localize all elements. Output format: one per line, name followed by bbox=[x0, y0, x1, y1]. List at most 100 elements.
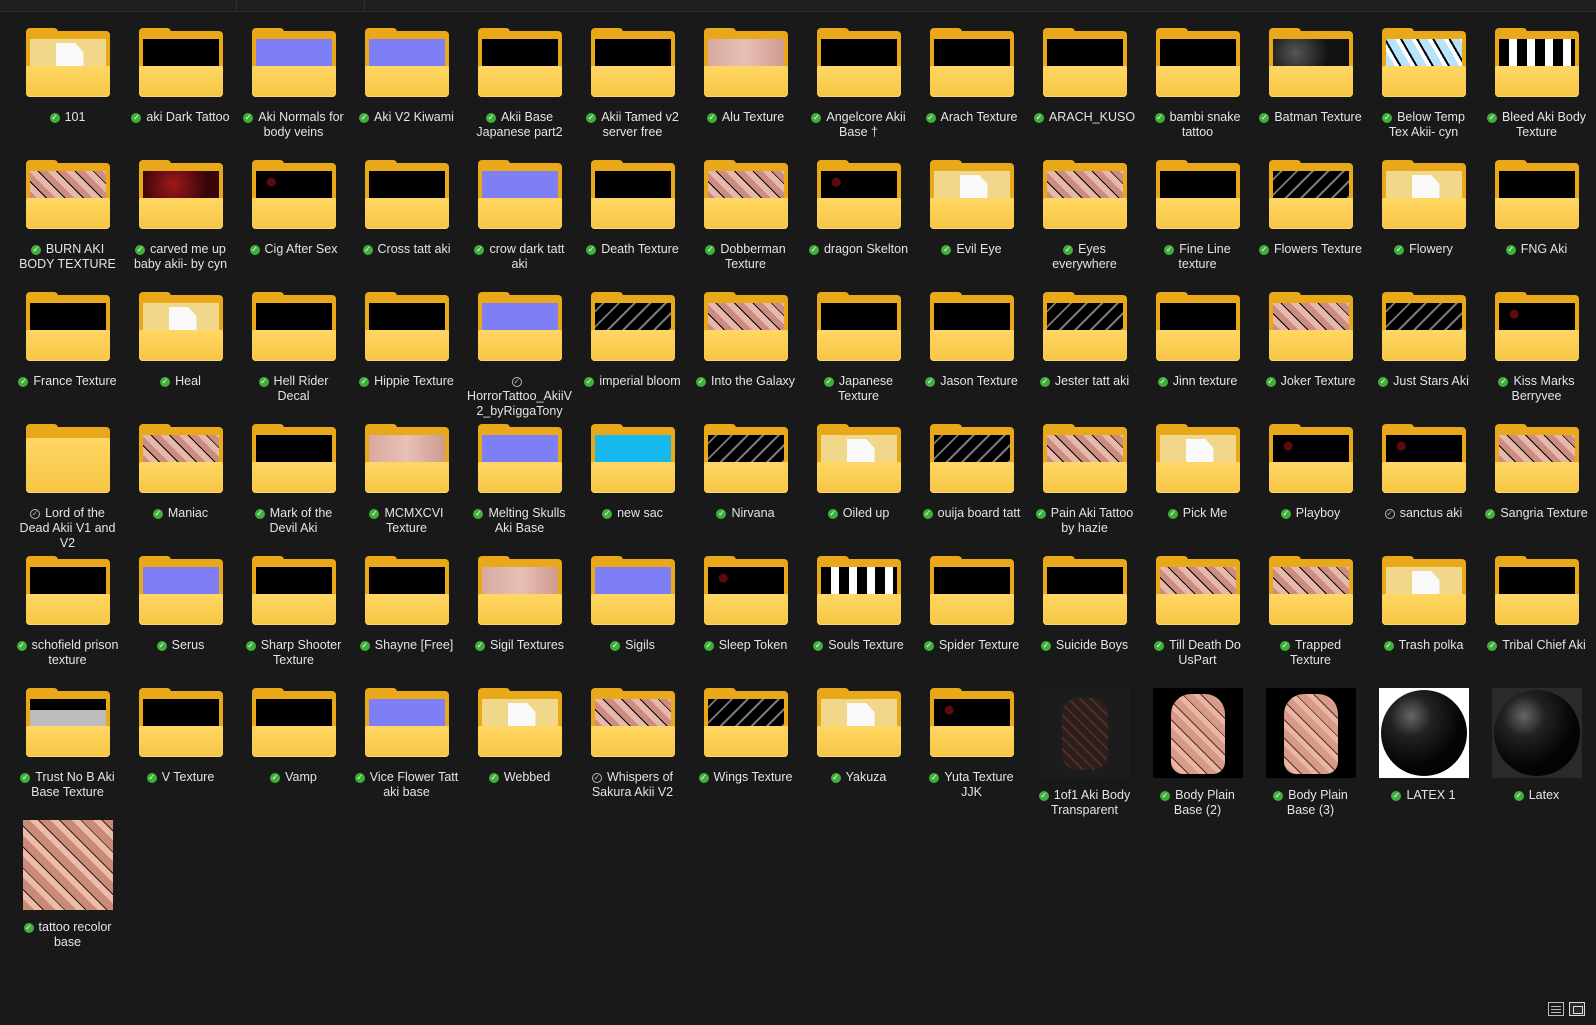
folder-icon bbox=[588, 160, 678, 252]
folder-item[interactable]: ✓ Joker Texture bbox=[1254, 292, 1367, 424]
image-file-item[interactable]: ✓ Body Plain Base (2) bbox=[1141, 688, 1254, 820]
folder-item[interactable]: ✓ Spider Texture bbox=[915, 556, 1028, 688]
folder-item[interactable]: ✓ V Texture bbox=[124, 688, 237, 820]
folder-item[interactable]: ✓ Death Texture bbox=[576, 160, 689, 292]
folder-item[interactable]: ✓ Trapped Texture bbox=[1254, 556, 1367, 688]
folder-item[interactable]: ✓ MCMXCVI Texture bbox=[350, 424, 463, 556]
folder-icon bbox=[1379, 28, 1469, 120]
folder-icon bbox=[1153, 160, 1243, 252]
folder-item[interactable]: ✓ Maniac bbox=[124, 424, 237, 556]
folder-item[interactable]: ✓ Heal bbox=[124, 292, 237, 424]
folder-item[interactable]: ✓ Arach Texture bbox=[915, 28, 1028, 160]
folder-item[interactable]: ✓ Akii Tamed v2 server free bbox=[576, 28, 689, 160]
folder-item[interactable]: ✓ Pain Aki Tattoo by hazie bbox=[1028, 424, 1141, 556]
folder-item[interactable]: ✓ France Texture bbox=[11, 292, 124, 424]
folder-icon bbox=[136, 292, 226, 384]
folder-item[interactable]: ✓ Melting Skulls Aki Base bbox=[463, 424, 576, 556]
folder-item[interactable]: ✓ Oiled up bbox=[802, 424, 915, 556]
folder-item[interactable]: ✓ Vice Flower Tatt aki base bbox=[350, 688, 463, 820]
folder-icon bbox=[23, 160, 113, 252]
folder-item[interactable]: ✓ Jester tatt aki bbox=[1028, 292, 1141, 424]
folder-item[interactable]: ✓ Aki Normals for body veins bbox=[237, 28, 350, 160]
folder-item[interactable]: ✓ Japanese Texture bbox=[802, 292, 915, 424]
image-file-item[interactable]: ✓ Body Plain Base (3) bbox=[1254, 688, 1367, 820]
folder-item[interactable]: ✓ FNG Aki bbox=[1480, 160, 1593, 292]
image-file-item[interactable]: ✓ 1of1 Aki Body Transparent bbox=[1028, 688, 1141, 820]
folder-item[interactable]: ✓ crow dark tatt aki bbox=[463, 160, 576, 292]
image-file-item[interactable]: ✓ tattoo recolor base bbox=[11, 820, 124, 952]
folder-icon bbox=[249, 688, 339, 780]
folder-item[interactable]: ✓ Nirvana bbox=[689, 424, 802, 556]
folder-item[interactable]: ✓ Till Death Do UsPart bbox=[1141, 556, 1254, 688]
folder-item[interactable]: ✓ Flowery bbox=[1367, 160, 1480, 292]
folder-item[interactable]: ✓ Evil Eye bbox=[915, 160, 1028, 292]
folder-item[interactable]: ✓ Sigils bbox=[576, 556, 689, 688]
folder-item[interactable]: ✓ ARACH_KUSO bbox=[1028, 28, 1141, 160]
folder-item[interactable]: ✓ Batman Texture bbox=[1254, 28, 1367, 160]
folder-item[interactable]: ✓ Bleed Aki Body Texture bbox=[1480, 28, 1593, 160]
folder-item[interactable]: ✓ Yuta Texture JJK bbox=[915, 688, 1028, 820]
folder-item[interactable]: ✓ Jason Texture bbox=[915, 292, 1028, 424]
folder-item[interactable]: ✓ Fine Line texture bbox=[1141, 160, 1254, 292]
folder-item[interactable]: ✓ Flowers Texture bbox=[1254, 160, 1367, 292]
folder-item[interactable]: ✓HorrorTattoo_AkiiV2_byRiggaTony bbox=[463, 292, 576, 424]
folder-item[interactable]: ✓ new sac bbox=[576, 424, 689, 556]
folder-item[interactable]: ✓ Cross tatt aki bbox=[350, 160, 463, 292]
large-icons-view-icon[interactable] bbox=[1569, 1002, 1585, 1016]
folder-item[interactable]: ✓ Sleep Token bbox=[689, 556, 802, 688]
folder-item[interactable]: ✓ Sigil Textures bbox=[463, 556, 576, 688]
folder-item[interactable]: ✓ Aki V2 Kiwami bbox=[350, 28, 463, 160]
folder-icon bbox=[136, 28, 226, 120]
folder-item[interactable]: ✓ ouija board tatt bbox=[915, 424, 1028, 556]
folder-item[interactable]: ✓ Lord of the Dead Akii V1 and V2 bbox=[11, 424, 124, 556]
folder-item[interactable]: ✓ Trust No B Aki Base Texture bbox=[11, 688, 124, 820]
details-view-icon[interactable] bbox=[1548, 1002, 1564, 1016]
folder-item[interactable]: ✓ Tribal Chief Aki bbox=[1480, 556, 1593, 688]
folder-icon bbox=[701, 160, 791, 252]
folder-item[interactable]: ✓ Akii Base Japanese part2 bbox=[463, 28, 576, 160]
folder-item[interactable]: ✓ imperial bloom bbox=[576, 292, 689, 424]
folder-item[interactable]: ✓ 101 bbox=[11, 28, 124, 160]
folder-item[interactable]: ✓ Pick Me bbox=[1141, 424, 1254, 556]
folder-item[interactable]: ✓ Webbed bbox=[463, 688, 576, 820]
folder-item[interactable]: ✓ Serus bbox=[124, 556, 237, 688]
item-label: ✓ tattoo recolor base bbox=[11, 920, 124, 950]
folder-item[interactable]: ✓ Trash polka bbox=[1367, 556, 1480, 688]
folder-item[interactable]: ✓ BURN AKI BODY TEXTURE bbox=[11, 160, 124, 292]
folder-item[interactable]: ✓ Whispers of Sakura Akii V2 bbox=[576, 688, 689, 820]
folder-item[interactable]: ✓ Shayne [Free] bbox=[350, 556, 463, 688]
sync-status-icon: ✓ bbox=[1273, 791, 1284, 801]
image-file-item[interactable]: ✓ LATEX 1 bbox=[1367, 688, 1480, 820]
folder-item[interactable]: ✓ Souls Texture bbox=[802, 556, 915, 688]
folder-item[interactable]: ✓ Just Stars Aki bbox=[1367, 292, 1480, 424]
folder-item[interactable]: ✓ Vamp bbox=[237, 688, 350, 820]
folder-item[interactable]: ✓ Mark of the Devil Aki bbox=[237, 424, 350, 556]
folder-item[interactable]: ✓ Suicide Boys bbox=[1028, 556, 1141, 688]
folder-item[interactable]: ✓ Wings Texture bbox=[689, 688, 802, 820]
folder-item[interactable]: ✓ Eyes everywhere bbox=[1028, 160, 1141, 292]
folder-item[interactable]: ✓ carved me up baby akii- by cyn bbox=[124, 160, 237, 292]
folder-item[interactable]: ✓ Hell Rider Decal bbox=[237, 292, 350, 424]
folder-item[interactable]: ✓ Sharp Shooter Texture bbox=[237, 556, 350, 688]
folder-item[interactable]: ✓ Yakuza bbox=[802, 688, 915, 820]
folder-item[interactable]: ✓ Hippie Texture bbox=[350, 292, 463, 424]
folder-item[interactable]: ✓ Cig After Sex bbox=[237, 160, 350, 292]
folder-item[interactable]: ✓ Kiss Marks Berryvee bbox=[1480, 292, 1593, 424]
folder-item[interactable]: ✓ schofield prison texture bbox=[11, 556, 124, 688]
sync-status-icon: ✓ bbox=[1391, 791, 1402, 801]
folder-item[interactable]: ✓ dragon Skelton bbox=[802, 160, 915, 292]
folder-icon bbox=[588, 556, 678, 648]
image-file-item[interactable]: ✓ Latex bbox=[1480, 688, 1593, 820]
folder-item[interactable]: ✓ Alu Texture bbox=[689, 28, 802, 160]
folder-item[interactable]: ✓ Sangria Texture bbox=[1480, 424, 1593, 556]
folder-item[interactable]: ✓ Angelcore Akii Base † bbox=[802, 28, 915, 160]
folder-item[interactable]: ✓ Playboy bbox=[1254, 424, 1367, 556]
folder-item[interactable]: ✓ Below Temp Tex Akii- cyn bbox=[1367, 28, 1480, 160]
folder-item[interactable]: ✓ Dobberman Texture bbox=[689, 160, 802, 292]
folder-item[interactable]: ✓ aki Dark Tattoo bbox=[124, 28, 237, 160]
folder-icon bbox=[23, 688, 113, 780]
folder-item[interactable]: ✓ sanctus aki bbox=[1367, 424, 1480, 556]
folder-item[interactable]: ✓ bambi snake tattoo bbox=[1141, 28, 1254, 160]
folder-item[interactable]: ✓ Into the Galaxy bbox=[689, 292, 802, 424]
folder-item[interactable]: ✓ Jinn texture bbox=[1141, 292, 1254, 424]
